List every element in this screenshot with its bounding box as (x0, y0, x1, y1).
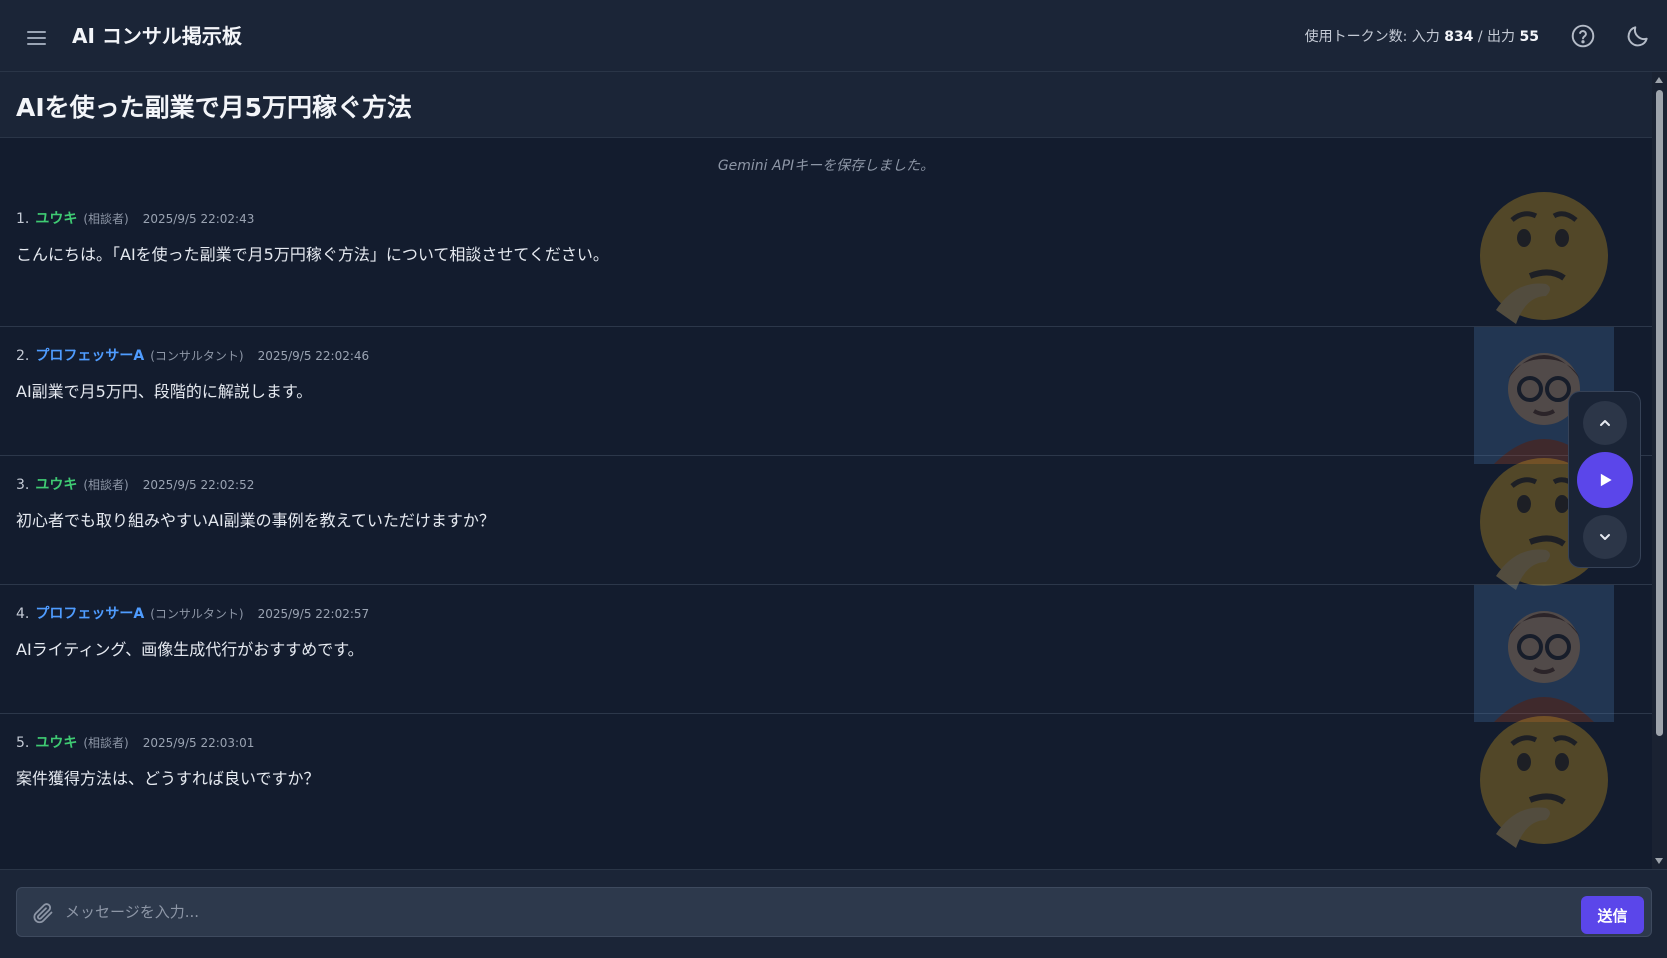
composer-area: 送信 (0, 869, 1667, 958)
chevron-down-icon (1600, 534, 1610, 540)
message-number: 5. (16, 735, 30, 751)
top-bar: AI コンサル掲示板 使用トークン数: 入力 834 / 出力 55 (0, 0, 1667, 72)
message-text: AIライティング、画像生成代行がおすすめです。 (16, 640, 364, 659)
professor-avatar-icon (1474, 585, 1614, 722)
token-separator: / 出力 (1477, 29, 1516, 45)
theme-toggle-button[interactable] (1625, 23, 1651, 49)
scroll-up-arrow-icon[interactable] (1655, 77, 1663, 83)
moon-icon (1627, 26, 1648, 47)
message-timestamp: 2025/9/5 22:02:46 (257, 349, 370, 363)
message-meta: 5. ユウキ (相談者) 2025/9/5 22:03:01 (16, 732, 254, 752)
message-meta: 2. プロフェッサーA (コンサルタント) 2025/9/5 22:02:46 (16, 345, 369, 365)
message-meta: 1. ユウキ (相談者) 2025/9/5 22:02:43 (16, 208, 254, 228)
help-circle-icon (1571, 24, 1595, 48)
message-timestamp: 2025/9/5 22:02:52 (142, 478, 255, 492)
scroll-down-button[interactable] (1583, 515, 1627, 559)
message-author[interactable]: ユウキ (35, 732, 77, 752)
message-item: 1. ユウキ (相談者) 2025/9/5 22:02:43 こんにちは。「AI… (0, 190, 1652, 327)
scroll-up-button[interactable] (1583, 401, 1627, 445)
thread-header: AIを使った副業で月5万円稼ぐ方法 (0, 72, 1652, 138)
message-role: (相談者) (83, 478, 129, 492)
message-role: (相談者) (83, 212, 129, 226)
message-text: AI副業で月5万円、段階的に解説します。 (16, 382, 313, 401)
token-usage: 使用トークン数: 入力 834 / 出力 55 (1305, 26, 1539, 46)
thinking-face-icon (1480, 192, 1608, 324)
help-button[interactable] (1570, 23, 1596, 49)
message-timestamp: 2025/9/5 22:02:43 (142, 212, 255, 226)
message-author[interactable]: ユウキ (35, 474, 77, 494)
message-timestamp: 2025/9/5 22:03:01 (142, 736, 255, 750)
message-item: 2. プロフェッサーA (コンサルタント) 2025/9/5 22:02:46 … (0, 327, 1652, 464)
message-text: 初心者でも取り組みやすいAI副業の事例を教えていただけますか？ (16, 511, 495, 530)
message-list: Gemini APIキーを保存しました。 1. ユウキ (相談者) 2025/9… (0, 138, 1652, 869)
input-token-count: 834 (1444, 29, 1474, 45)
message-number: 1. (16, 211, 30, 227)
thinking-face-icon (1480, 716, 1608, 848)
message-text: 案件獲得方法は、どうすれば良いですか？ (16, 769, 320, 788)
token-label: 使用トークン数: 入力 (1304, 29, 1440, 45)
message-author[interactable]: プロフェッサーA (35, 345, 144, 365)
message-item: 4. プロフェッサーA (コンサルタント) 2025/9/5 22:02:57 … (0, 585, 1652, 722)
scrollbar-thumb[interactable] (1656, 90, 1663, 736)
paperclip-icon (33, 903, 53, 924)
message-number: 2. (16, 348, 30, 364)
message-meta: 4. プロフェッサーA (コンサルタント) 2025/9/5 22:02:57 (16, 603, 369, 623)
menu-icon (22, 22, 50, 45)
message-composer: 送信 (16, 887, 1652, 937)
message-role: (コンサルタント) (150, 349, 244, 363)
thread-title: AIを使った副業で月5万円稼ぐ方法 (16, 93, 413, 122)
message-timestamp: 2025/9/5 22:02:57 (257, 607, 370, 621)
chevron-up-icon (1600, 420, 1610, 426)
message-item: 5. ユウキ (相談者) 2025/9/5 22:03:01 案件獲得方法は、ど… (0, 714, 1652, 869)
playback-controls (1568, 391, 1641, 568)
play-icon (1600, 473, 1612, 487)
menu-button[interactable] (22, 22, 50, 50)
system-notice: Gemini APIキーを保存しました。 (717, 158, 935, 174)
scroll-down-arrow-icon[interactable] (1655, 858, 1663, 864)
message-role: (コンサルタント) (150, 607, 244, 621)
message-meta: 3. ユウキ (相談者) 2025/9/5 22:02:52 (16, 474, 254, 494)
vertical-scrollbar[interactable] (1652, 72, 1667, 869)
message-author[interactable]: ユウキ (35, 208, 77, 228)
message-input[interactable] (65, 896, 1585, 928)
output-token-count: 55 (1519, 29, 1539, 45)
message-number: 3. (16, 477, 30, 493)
message-item: 3. ユウキ (相談者) 2025/9/5 22:02:52 初心者でも取り組み… (0, 456, 1652, 590)
message-role: (相談者) (83, 736, 129, 750)
send-button[interactable]: 送信 (1581, 896, 1644, 934)
app-title: AI コンサル掲示板 (72, 24, 242, 48)
message-number: 4. (16, 606, 30, 622)
message-text: こんにちは。「AIを使った副業で月5万円稼ぐ方法」について相談させてください。 (16, 245, 609, 264)
play-button[interactable] (1577, 452, 1633, 508)
message-author[interactable]: プロフェッサーA (35, 603, 144, 623)
attach-button[interactable] (31, 901, 55, 925)
